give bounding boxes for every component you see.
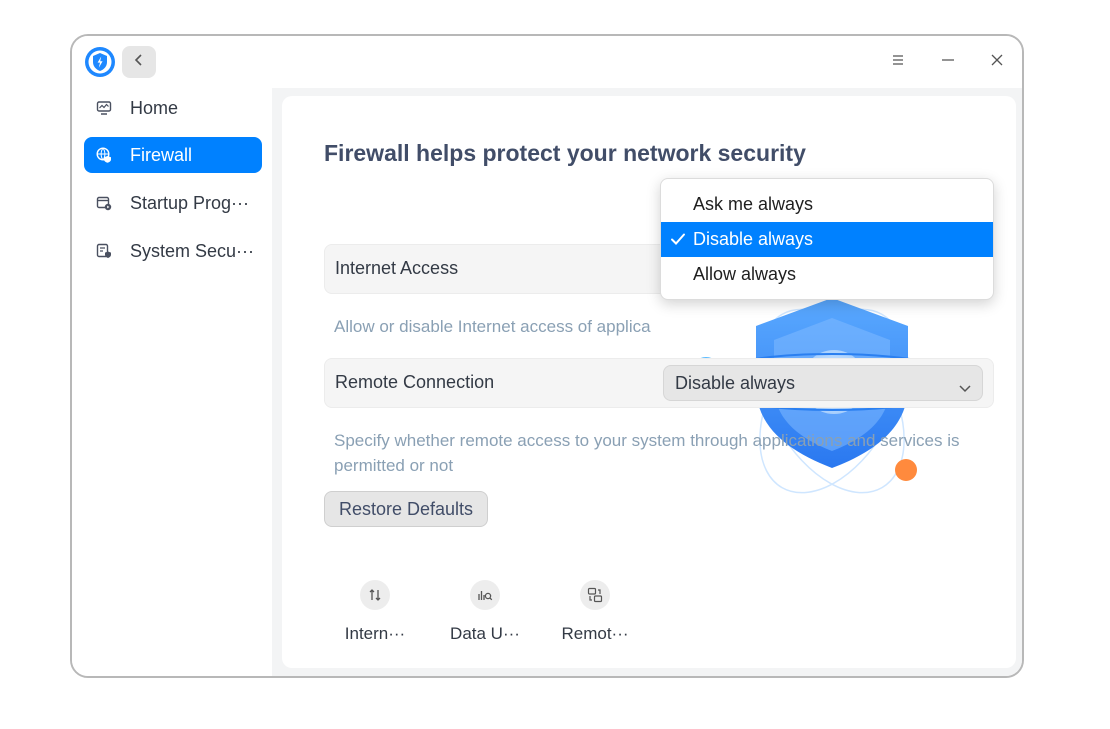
data-usage-icon	[470, 580, 500, 610]
internet-access-label: Internet Access	[335, 258, 459, 278]
dropdown-option-disable-always[interactable]: Disable always	[661, 222, 993, 257]
dropdown-option-allow-always[interactable]: Allow always	[661, 257, 993, 292]
minimize-button[interactable]	[936, 50, 960, 74]
back-button[interactable]	[122, 46, 156, 78]
sidebar-item-label: Firewall	[130, 144, 193, 165]
sidebar-item-label: System Secu···	[130, 240, 255, 261]
tool-remote-connection[interactable]: Remot···	[540, 580, 650, 644]
internet-control-icon	[360, 580, 390, 610]
sidebar-item-label: Startup Prog···	[130, 192, 250, 213]
titlebar	[72, 36, 1022, 88]
minimize-icon	[941, 53, 955, 71]
close-icon	[990, 53, 1004, 72]
sidebar: Home Firewall Startup Prog··· System Sec…	[72, 88, 272, 676]
menu-icon	[891, 53, 905, 71]
tool-data-usage[interactable]: Data U···	[430, 580, 540, 644]
remote-connection-select[interactable]: Disable always	[663, 365, 983, 401]
menu-button[interactable]	[886, 50, 910, 74]
remote-connection-icon	[580, 580, 610, 610]
internet-access-dropdown-menu: Ask me always Disable always Allow alway…	[660, 178, 994, 300]
tool-label: Data U···	[450, 624, 520, 643]
chevron-left-icon	[134, 53, 144, 72]
security-shield-logo-icon	[84, 46, 116, 78]
tool-label: Intern···	[344, 624, 406, 643]
app-window: Home Firewall Startup Prog··· System Sec…	[70, 34, 1024, 678]
restore-defaults-button[interactable]: Restore Defaults	[324, 491, 488, 527]
tool-internet-control[interactable]: Intern···	[320, 580, 430, 644]
dropdown-option-ask-me-always[interactable]: Ask me always	[661, 187, 993, 222]
sidebar-item-label: Home	[130, 97, 179, 118]
sidebar-item-home[interactable]: Home	[84, 90, 262, 126]
sidebar-item-startup-programs[interactable]: Startup Prog···	[84, 185, 262, 221]
remote-connection-row: Remote Connection Disable always	[324, 358, 994, 408]
sidebar-item-system-security[interactable]: System Secu···	[84, 233, 262, 269]
sidebar-item-firewall[interactable]: Firewall	[84, 137, 262, 173]
startup-programs-icon	[96, 195, 112, 211]
dropdown-option-label: Ask me always	[693, 194, 814, 214]
close-button[interactable]	[985, 50, 1009, 74]
page-title: Firewall helps protect your network secu…	[324, 140, 806, 166]
dropdown-option-label: Disable always	[693, 229, 814, 249]
system-security-icon	[96, 243, 112, 259]
globe-shield-icon	[96, 147, 112, 163]
remote-connection-label: Remote Connection	[335, 372, 495, 392]
checkmark-icon	[670, 231, 686, 252]
remote-connection-value: Disable always	[675, 372, 796, 393]
tool-label: Remot···	[561, 624, 629, 643]
chevron-down-icon	[958, 377, 972, 398]
internet-access-description: Allow or disable Internet access of appl…	[334, 317, 651, 336]
monitor-icon	[96, 100, 112, 116]
remote-connection-description: Specify whether remote access to your sy…	[334, 431, 960, 475]
dropdown-option-label: Allow always	[693, 264, 797, 284]
